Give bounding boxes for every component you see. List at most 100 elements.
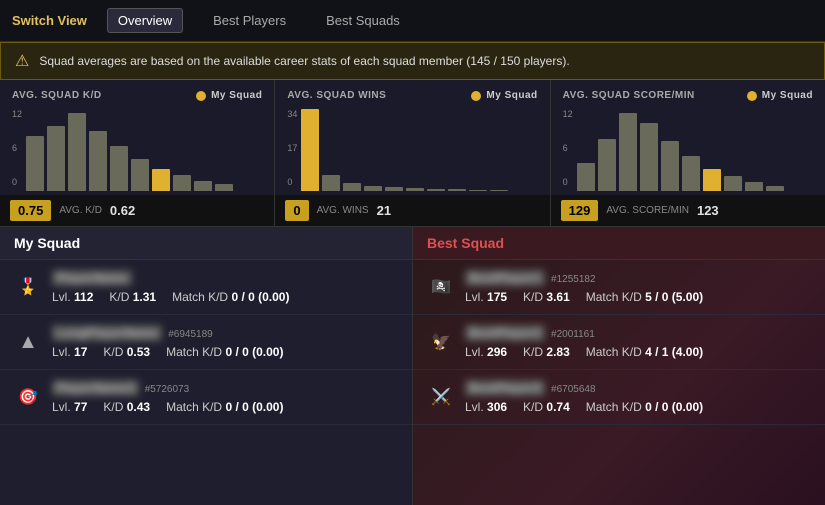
wins-stats: 0 AVG. WINS 21 — [275, 195, 549, 226]
tab-overview[interactable]: Overview — [107, 8, 183, 33]
player-stats-row: Lvl. 17 K/D 0.53 Match K/D 0 / 0 (0.00) — [52, 345, 398, 359]
chart-kd-title: AVG. SQUAD K/D My Squad — [12, 90, 262, 101]
bar-highlight — [152, 169, 170, 191]
my-squad-player-row: 🎯 PlayerName3 #5726073 Lvl. 77 K/D 0.43 … — [0, 370, 412, 425]
player-match-kd: Match K/D 4 / 1 (4.00) — [586, 345, 703, 359]
player-lvl: Lvl. 306 — [465, 400, 507, 414]
kd-stats: 0.75 AVG. K/D 0.62 — [0, 195, 274, 226]
player-rank-icon: 🏴‍☠️ — [427, 273, 455, 301]
player-kd: K/D 0.74 — [523, 400, 570, 414]
player-stats-row: Lvl. 306 K/D 0.74 Match K/D 0 / 0 (0.00) — [465, 400, 811, 414]
bar-highlight — [301, 109, 319, 191]
wins-legend: My Squad — [471, 90, 537, 101]
kd-stat-value: 0.62 — [110, 203, 135, 218]
bar — [89, 131, 107, 191]
player-lvl: Lvl. 77 — [52, 400, 87, 414]
bar — [724, 176, 742, 191]
chart-kd: AVG. SQUAD K/D My Squad 12 6 0 — [0, 80, 275, 226]
bar — [110, 146, 128, 191]
switch-view-label: Switch View — [12, 13, 87, 28]
alert-message: Squad averages are based on the availabl… — [39, 54, 569, 68]
top-nav: Switch View Overview Best Players Best S… — [0, 0, 825, 42]
player-info: BestPlayer1 #1255182 Lvl. 175 K/D 3.61 M… — [465, 270, 811, 304]
score-y-mid: 6 — [563, 143, 568, 153]
player-id: #6945189 — [168, 329, 213, 340]
player-info: BestPlayer3 #6705648 Lvl. 306 K/D 0.74 M… — [465, 380, 811, 414]
chart-wins: AVG. SQUAD WINS My Squad 34 17 0 — [275, 80, 550, 226]
bar — [68, 113, 86, 191]
kd-y-mid: 6 — [12, 143, 17, 153]
bar — [619, 113, 637, 191]
best-squad-header: Best Squad — [413, 227, 825, 260]
bar — [26, 136, 44, 191]
player-name: PlayerName — [52, 270, 132, 286]
wins-stat-highlight: 0 — [285, 200, 308, 221]
player-stats-row: Lvl. 77 K/D 0.43 Match K/D 0 / 0 (0.00) — [52, 400, 398, 414]
player-id: #6705648 — [551, 384, 596, 395]
player-name-row: BestPlayer1 #1255182 — [465, 270, 811, 286]
player-info: PlayerName3 #5726073 Lvl. 77 K/D 0.43 Ma… — [52, 380, 398, 414]
bar — [745, 182, 763, 191]
chart-wins-title: AVG. SQUAD WINS My Squad — [287, 90, 537, 101]
bar — [682, 156, 700, 191]
bar-highlight — [703, 169, 721, 191]
player-name: BestPlayer3 — [465, 380, 545, 396]
player-rank-icon: 🎯 — [14, 383, 42, 411]
my-squad-panel: My Squad 🎖️ PlayerName Lvl. 112 K/D 1.31… — [0, 227, 413, 505]
player-lvl: Lvl. 17 — [52, 345, 87, 359]
player-rank-icon: ⚔️ — [427, 383, 455, 411]
bar — [766, 186, 784, 191]
kd-stat-label: AVG. K/D — [51, 205, 110, 216]
bar — [640, 123, 658, 191]
score-stat-value: 123 — [697, 203, 719, 218]
best-squad-player-row: 🏴‍☠️ BestPlayer1 #1255182 Lvl. 175 K/D 3… — [413, 260, 825, 315]
kd-legend: My Squad — [196, 90, 262, 101]
score-y-max: 12 — [563, 109, 573, 119]
wins-stat-value: 21 — [377, 203, 391, 218]
kd-y-min: 0 — [12, 177, 17, 187]
score-stat-label: AVG. SCORE/MIN — [598, 205, 697, 216]
player-name-row: BestPlayer2 #2001161 — [465, 325, 811, 341]
wins-y-mid: 17 — [287, 143, 297, 153]
chart-score-title: AVG. SQUAD SCORE/MIN My Squad — [563, 90, 813, 101]
chart-wins-area: 34 17 0 — [287, 101, 537, 191]
bar — [448, 189, 466, 191]
bar — [343, 183, 361, 191]
chart-score-area: 12 6 0 — [563, 101, 813, 191]
bar — [215, 184, 233, 191]
tab-best-players[interactable]: Best Players — [203, 9, 296, 32]
wins-y-max: 34 — [287, 109, 297, 119]
kd-stat-highlight: 0.75 — [10, 200, 51, 221]
player-name: BestPlayer1 — [465, 270, 545, 286]
my-squad-header: My Squad — [0, 227, 412, 260]
bar — [661, 141, 679, 191]
player-kd: K/D 1.31 — [109, 290, 156, 304]
player-name: PlayerName3 — [52, 380, 139, 396]
bar — [406, 188, 424, 191]
player-match-kd: Match K/D 5 / 0 (5.00) — [586, 290, 703, 304]
my-squad-player-row: ▲ LongPlayerName #6945189 Lvl. 17 K/D 0.… — [0, 315, 412, 370]
player-stats-row: Lvl. 175 K/D 3.61 Match K/D 5 / 0 (5.00) — [465, 290, 811, 304]
bar — [577, 163, 595, 191]
player-stats-row: Lvl. 112 K/D 1.31 Match K/D 0 / 0 (0.00) — [52, 290, 398, 304]
chart-score: AVG. SQUAD SCORE/MIN My Squad 12 6 0 — [551, 80, 825, 226]
player-info: BestPlayer2 #2001161 Lvl. 296 K/D 2.83 M… — [465, 325, 811, 359]
player-kd: K/D 0.43 — [103, 400, 150, 414]
bar — [131, 159, 149, 191]
player-name: LongPlayerName — [52, 325, 162, 341]
player-match-kd: Match K/D 0 / 0 (0.00) — [586, 400, 703, 414]
player-kd: K/D 2.83 — [523, 345, 570, 359]
main-content: ⚠ Squad averages are based on the availa… — [0, 42, 825, 505]
player-lvl: Lvl. 112 — [52, 290, 93, 304]
player-id: #5726073 — [145, 384, 190, 395]
score-stats: 129 AVG. SCORE/MIN 123 — [551, 195, 825, 226]
player-rank-icon: ▲ — [14, 328, 42, 356]
bar — [173, 175, 191, 191]
bar — [322, 175, 340, 191]
player-kd: K/D 3.61 — [523, 290, 570, 304]
best-squad-player-row: 🦅 BestPlayer2 #2001161 Lvl. 296 K/D 2.83… — [413, 315, 825, 370]
bar — [469, 190, 487, 191]
score-y-min: 0 — [563, 177, 568, 187]
tab-best-squads[interactable]: Best Squads — [316, 9, 410, 32]
player-lvl: Lvl. 296 — [465, 345, 507, 359]
